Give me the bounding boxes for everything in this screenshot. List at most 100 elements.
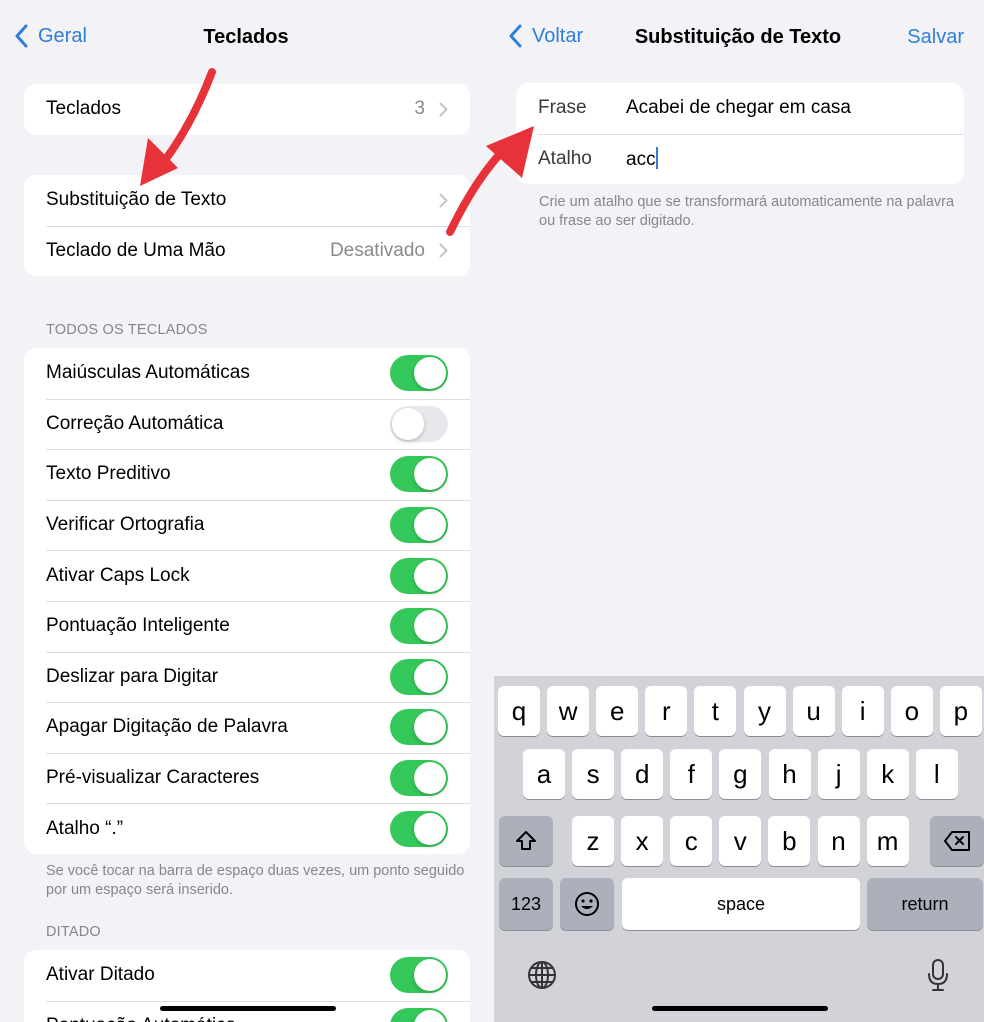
chevron-right-icon — [439, 243, 448, 258]
phrase-label: Frase — [538, 97, 587, 119]
shortcut-hint: Crie um atalho que se transformará autom… — [539, 194, 955, 229]
toggle-switch[interactable] — [390, 355, 448, 392]
space-key[interactable]: space — [622, 878, 860, 930]
key-t[interactable]: t — [694, 686, 737, 736]
toggle-label: Apagar Digitação de Palavra — [46, 716, 288, 738]
text-cursor — [655, 146, 658, 169]
toggle-switch[interactable] — [390, 456, 448, 493]
key-i[interactable]: i — [841, 686, 884, 736]
key-r[interactable]: r — [645, 686, 688, 736]
phrase-row: Frase Acabei de chegar em casa — [516, 83, 964, 134]
toggle-row: Apagar Digitação de Palavra — [24, 702, 470, 753]
key-v[interactable]: v — [719, 816, 762, 866]
chevron-right-icon — [439, 102, 448, 117]
shift-icon — [516, 831, 536, 850]
key-z[interactable]: z — [572, 816, 614, 866]
key-h[interactable]: h — [768, 749, 811, 799]
toggle-row: Verificar Ortografia — [24, 499, 470, 551]
toggle-switch[interactable] — [390, 810, 448, 847]
text-replacement-row[interactable]: Substituição de Texto — [24, 175, 470, 226]
toggle-switch[interactable] — [390, 760, 448, 797]
key-l[interactable]: l — [915, 749, 958, 799]
toggle-row: Texto Preditivo — [24, 449, 470, 500]
key-p[interactable]: p — [939, 686, 982, 736]
key-e[interactable]: e — [596, 686, 639, 736]
numbers-key[interactable]: 123 — [499, 878, 553, 930]
key-x[interactable]: x — [621, 816, 664, 866]
key-g[interactable]: g — [719, 749, 762, 799]
toggle-switch[interactable] — [390, 507, 448, 544]
home-indicator — [652, 1006, 828, 1011]
toggle-row: Pontuação Automática — [24, 1000, 470, 1022]
text-replacement-pane: Voltar Substituição de Texto Salvar Fras… — [492, 0, 984, 1022]
nav-bar: Geral Teclados — [0, 0, 492, 76]
globe-icon[interactable] — [526, 959, 558, 991]
toggle-label: Pontuação Inteligente — [46, 615, 230, 637]
toggle-label: Atalho “.” — [46, 817, 124, 839]
keyboards-group: Teclados 3 — [24, 84, 470, 135]
replacement-form: Frase Acabei de chegar em casa Atalho ac… — [516, 83, 964, 185]
key-q[interactable]: q — [498, 686, 540, 736]
keyboards-row[interactable]: Teclados 3 — [24, 84, 470, 135]
key-y[interactable]: y — [743, 686, 786, 736]
toggle-label: Texto Preditivo — [46, 463, 171, 485]
key-d[interactable]: d — [621, 749, 664, 799]
toggle-row: Atalho “.” — [24, 803, 470, 854]
all-keyboards-group: Maiúsculas Automáticas Correção Automátic… — [24, 348, 470, 854]
key-n[interactable]: n — [817, 816, 860, 866]
key-j[interactable]: j — [817, 749, 860, 799]
toggle-switch[interactable] — [390, 957, 448, 994]
shortcut-value: acc — [626, 148, 656, 170]
keyboard: qwertyuiop asdfghjkl zxcvbnm 123 space r… — [494, 676, 984, 1022]
toggle-label: Correção Automática — [46, 412, 224, 434]
key-a[interactable]: a — [523, 749, 565, 799]
phrase-field[interactable]: Acabei de chegar em casa — [626, 97, 964, 119]
text-options-group: Substituição de Texto Teclado de Uma Mão… — [24, 175, 470, 277]
chevron-right-icon — [439, 193, 448, 208]
one-handed-keyboard-row[interactable]: Teclado de Uma Mão Desativado — [24, 225, 470, 277]
toggle-switch[interactable] — [390, 658, 448, 695]
toggle-row: Pontuação Inteligente — [24, 600, 470, 652]
dictation-group: Ativar Ditado Pontuação Automática — [24, 950, 470, 1022]
key-c[interactable]: c — [670, 816, 713, 866]
toggle-switch[interactable] — [390, 557, 448, 594]
key-s[interactable]: s — [572, 749, 615, 799]
toggle-row: Deslizar para Digitar — [24, 651, 470, 703]
delete-key[interactable] — [930, 816, 984, 866]
save-button[interactable]: Salvar — [907, 26, 964, 49]
dictation-header: DITADO — [46, 924, 101, 940]
toggle-label: Ativar Caps Lock — [46, 564, 190, 586]
toggle-row: Pré-visualizar Caracteres — [24, 752, 470, 804]
toggle-label: Maiúsculas Automáticas — [46, 362, 250, 384]
shortcut-field[interactable]: acc — [626, 146, 964, 171]
toggles-footer-note: Se você tocar na barra de espaço duas ve… — [46, 863, 465, 898]
toggle-switch[interactable] — [390, 1007, 448, 1022]
toggle-label: Ativar Ditado — [46, 964, 155, 986]
return-key[interactable]: return — [867, 878, 983, 930]
one-handed-status: Desativado — [329, 239, 425, 261]
keyboards-count: 3 — [414, 98, 425, 120]
shift-key[interactable] — [499, 816, 553, 866]
key-b[interactable]: b — [768, 816, 811, 866]
shortcut-row: Atalho acc — [516, 133, 964, 185]
toggle-label: Pré-visualizar Caracteres — [46, 767, 260, 789]
all-keyboards-header: TODOS OS TECLADOS — [46, 322, 208, 338]
toggle-label: Pontuação Automática — [46, 1015, 390, 1022]
toggle-switch[interactable] — [390, 608, 448, 645]
emoji-icon — [575, 892, 599, 916]
key-u[interactable]: u — [792, 686, 835, 736]
key-o[interactable]: o — [890, 686, 933, 736]
toggle-row: Correção Automática — [24, 398, 470, 450]
key-k[interactable]: k — [866, 749, 909, 799]
key-w[interactable]: w — [547, 686, 590, 736]
toggle-label: Verificar Ortografia — [46, 514, 205, 536]
backspace-icon — [944, 831, 970, 851]
key-m[interactable]: m — [866, 816, 909, 866]
toggle-switch[interactable] — [390, 405, 448, 442]
emoji-key[interactable] — [560, 878, 614, 930]
microphone-icon[interactable] — [926, 958, 950, 992]
row-label: Substituição de Texto — [46, 189, 227, 211]
nav-bar: Voltar Substituição de Texto Salvar — [492, 0, 984, 76]
key-f[interactable]: f — [670, 749, 713, 799]
toggle-switch[interactable] — [390, 709, 448, 746]
